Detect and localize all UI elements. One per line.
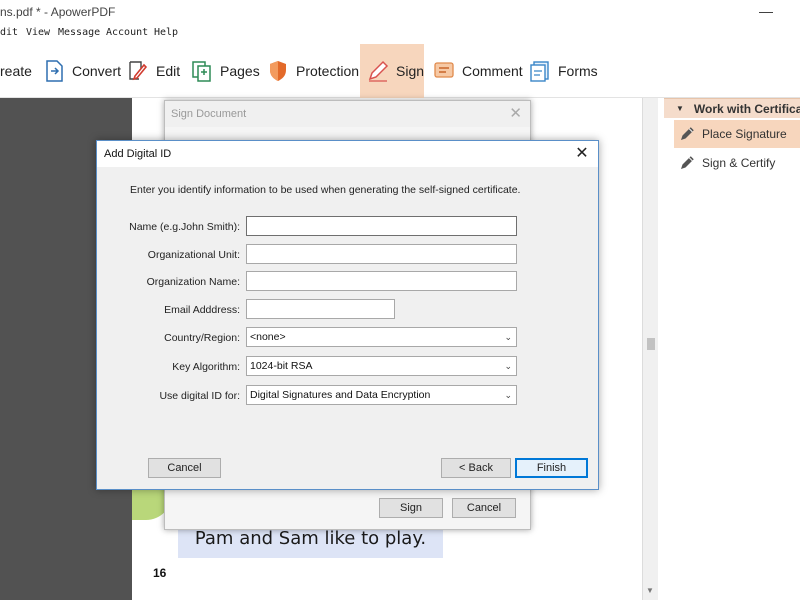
collapse-triangle-icon[interactable]: ▼	[676, 104, 684, 113]
menu-help[interactable]: Help	[154, 27, 178, 38]
toolbar-pages-label: Pages	[220, 63, 260, 79]
toolbar-protection-label: Protection	[296, 63, 360, 79]
country-select[interactable]: <none> ⌄	[246, 327, 517, 347]
back-button[interactable]: < Back	[441, 458, 511, 478]
window-title: ns.pdf * - ApowerPDF	[0, 5, 116, 19]
menu-message[interactable]: Message	[58, 27, 100, 38]
toolbar-edit-button[interactable]: Edit	[122, 44, 184, 98]
edit-icon	[129, 61, 148, 81]
shield-icon	[270, 61, 286, 81]
use-id-select[interactable]: Digital Signatures and Data Encryption ⌄	[246, 385, 517, 405]
chevron-down-icon: ⌄	[504, 332, 512, 342]
key-algorithm-select[interactable]: 1024-bit RSA ⌄	[246, 356, 517, 376]
key-algorithm-value: 1024-bit RSA	[250, 360, 313, 372]
toolbar-sign-button[interactable]: Sign	[360, 44, 424, 98]
dialog-title: Add Digital ID	[104, 148, 172, 160]
page-number: 16	[153, 566, 167, 580]
toolbar-forms-button[interactable]: Forms	[524, 44, 602, 98]
dialog-instruction: Enter you identify information to be use…	[130, 184, 521, 196]
vertical-scrollbar[interactable]: ▼	[642, 98, 658, 600]
menu-edit[interactable]: dit	[0, 27, 18, 38]
add-digital-id-dialog: Add Digital ID ✕ Enter you identify info…	[96, 140, 599, 490]
toolbar-comment-label: Comment	[462, 63, 523, 79]
toolbar: reate Convert Edit Pages Protection Sign…	[0, 44, 800, 98]
cancel-button[interactable]: Cancel	[148, 458, 221, 478]
finish-button[interactable]: Finish	[515, 458, 588, 478]
scroll-down-icon[interactable]: ▼	[646, 586, 654, 595]
chevron-down-icon: ⌄	[504, 390, 512, 400]
toolbar-create-label: reate	[0, 63, 32, 79]
org-name-input[interactable]	[246, 271, 517, 291]
org-unit-input[interactable]	[246, 244, 517, 264]
sign-certify-label: Sign & Certify	[702, 156, 776, 170]
toolbar-comment-button[interactable]: Comment	[428, 44, 527, 98]
use-id-label: Use digital ID for:	[159, 390, 240, 402]
key-algorithm-label: Key Algorithm:	[172, 361, 240, 373]
title-bar: ns.pdf * - ApowerPDF —	[0, 0, 800, 24]
toolbar-edit-label: Edit	[156, 63, 181, 79]
dialog-title-bar: Add Digital ID ✕	[97, 141, 598, 167]
pen-icon	[368, 60, 389, 82]
scrollbar-thumb[interactable]	[647, 338, 655, 350]
comment-icon	[434, 62, 454, 78]
toolbar-forms-label: Forms	[558, 63, 598, 79]
org-name-label: Organization Name:	[146, 276, 240, 288]
toolbar-convert-button[interactable]: Convert	[38, 44, 125, 98]
chevron-down-icon: ⌄	[504, 361, 512, 371]
place-signature-label: Place Signature	[702, 127, 787, 141]
email-label: Email Adddress:	[164, 304, 240, 316]
forms-icon	[530, 61, 549, 82]
story-text: Pam and Sam like to play.	[194, 528, 427, 549]
panel-header-label: Work with Certificates	[693, 101, 800, 116]
country-value: <none>	[250, 331, 286, 343]
sign-certify-item[interactable]: Sign & Certify	[674, 149, 800, 177]
convert-icon	[46, 60, 63, 82]
use-id-value: Digital Signatures and Data Encryption	[250, 389, 431, 401]
name-label: Name (e.g.John Smith):	[129, 221, 240, 233]
name-input[interactable]	[246, 216, 517, 236]
toolbar-pages-button[interactable]: Pages	[186, 44, 264, 98]
place-signature-item[interactable]: Place Signature	[674, 120, 800, 148]
sign-button[interactable]: Sign	[379, 498, 443, 518]
panel-section-header[interactable]: ▼ Work with Certificates	[664, 98, 800, 118]
close-icon[interactable]: ✕	[572, 143, 592, 163]
menu-view[interactable]: View	[26, 27, 50, 38]
email-input[interactable]	[246, 299, 395, 319]
toolbar-create-button[interactable]: reate	[0, 44, 36, 98]
toolbar-protection-button[interactable]: Protection	[262, 44, 363, 98]
country-label: Country/Region:	[164, 332, 240, 344]
sign-dialog-title: Sign Document	[171, 108, 247, 120]
toolbar-convert-label: Convert	[72, 63, 122, 79]
pages-icon	[192, 61, 211, 82]
sign-cancel-button[interactable]: Cancel	[452, 498, 516, 518]
pen-icon	[681, 127, 694, 140]
menu-account[interactable]: Account	[106, 27, 148, 38]
pen-icon	[681, 156, 694, 169]
sign-panel: ▼ Work with Certificates Place Signature…	[658, 98, 800, 600]
toolbar-sign-label: Sign	[396, 63, 425, 79]
close-icon[interactable]: ✕	[509, 104, 522, 122]
org-unit-label: Organizational Unit:	[147, 249, 240, 261]
minimize-button[interactable]: —	[752, 3, 780, 21]
